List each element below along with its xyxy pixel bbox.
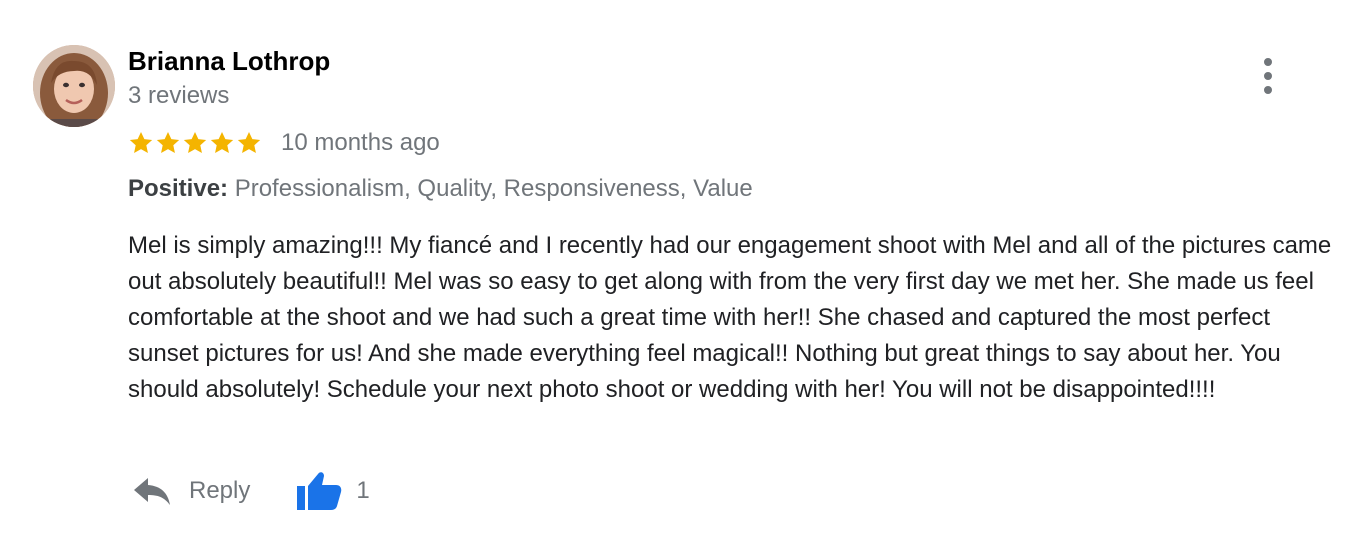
reply-button[interactable]: Reply — [128, 476, 250, 506]
review-card: Brianna Lothrop 3 reviews 10 months ago … — [0, 0, 1360, 552]
like-button[interactable]: 1 — [296, 470, 370, 512]
review-date: 10 months ago — [281, 129, 440, 156]
review-actions: Reply 1 — [128, 468, 370, 514]
author-review-count[interactable]: 3 reviews — [128, 80, 229, 112]
rating-row: 10 months ago — [128, 126, 440, 160]
review-text: Mel is simply amazing!!! My fiancé and I… — [128, 232, 1332, 403]
star-icon — [183, 131, 207, 153]
review-attributes: Positive: Professionalism, Quality, Resp… — [128, 172, 753, 206]
attributes-values: Professionalism, Quality, Responsiveness… — [234, 175, 753, 202]
reply-label: Reply — [189, 477, 251, 504]
author-name[interactable]: Brianna Lothrop — [128, 44, 330, 78]
star-icon — [156, 131, 180, 153]
star-icon — [210, 131, 234, 153]
thumbs-up-icon — [296, 470, 342, 512]
vertical-dots-icon — [1264, 58, 1272, 66]
star-icon — [237, 131, 261, 153]
like-count: 1 — [356, 477, 370, 504]
star-rating — [128, 130, 262, 156]
attributes-label: Positive: — [128, 175, 229, 202]
reply-arrow-icon — [133, 476, 171, 506]
more-options-button[interactable] — [1250, 56, 1286, 96]
author-avatar[interactable] — [33, 45, 115, 127]
avatar-photo-icon — [33, 45, 115, 127]
star-icon — [129, 131, 153, 153]
